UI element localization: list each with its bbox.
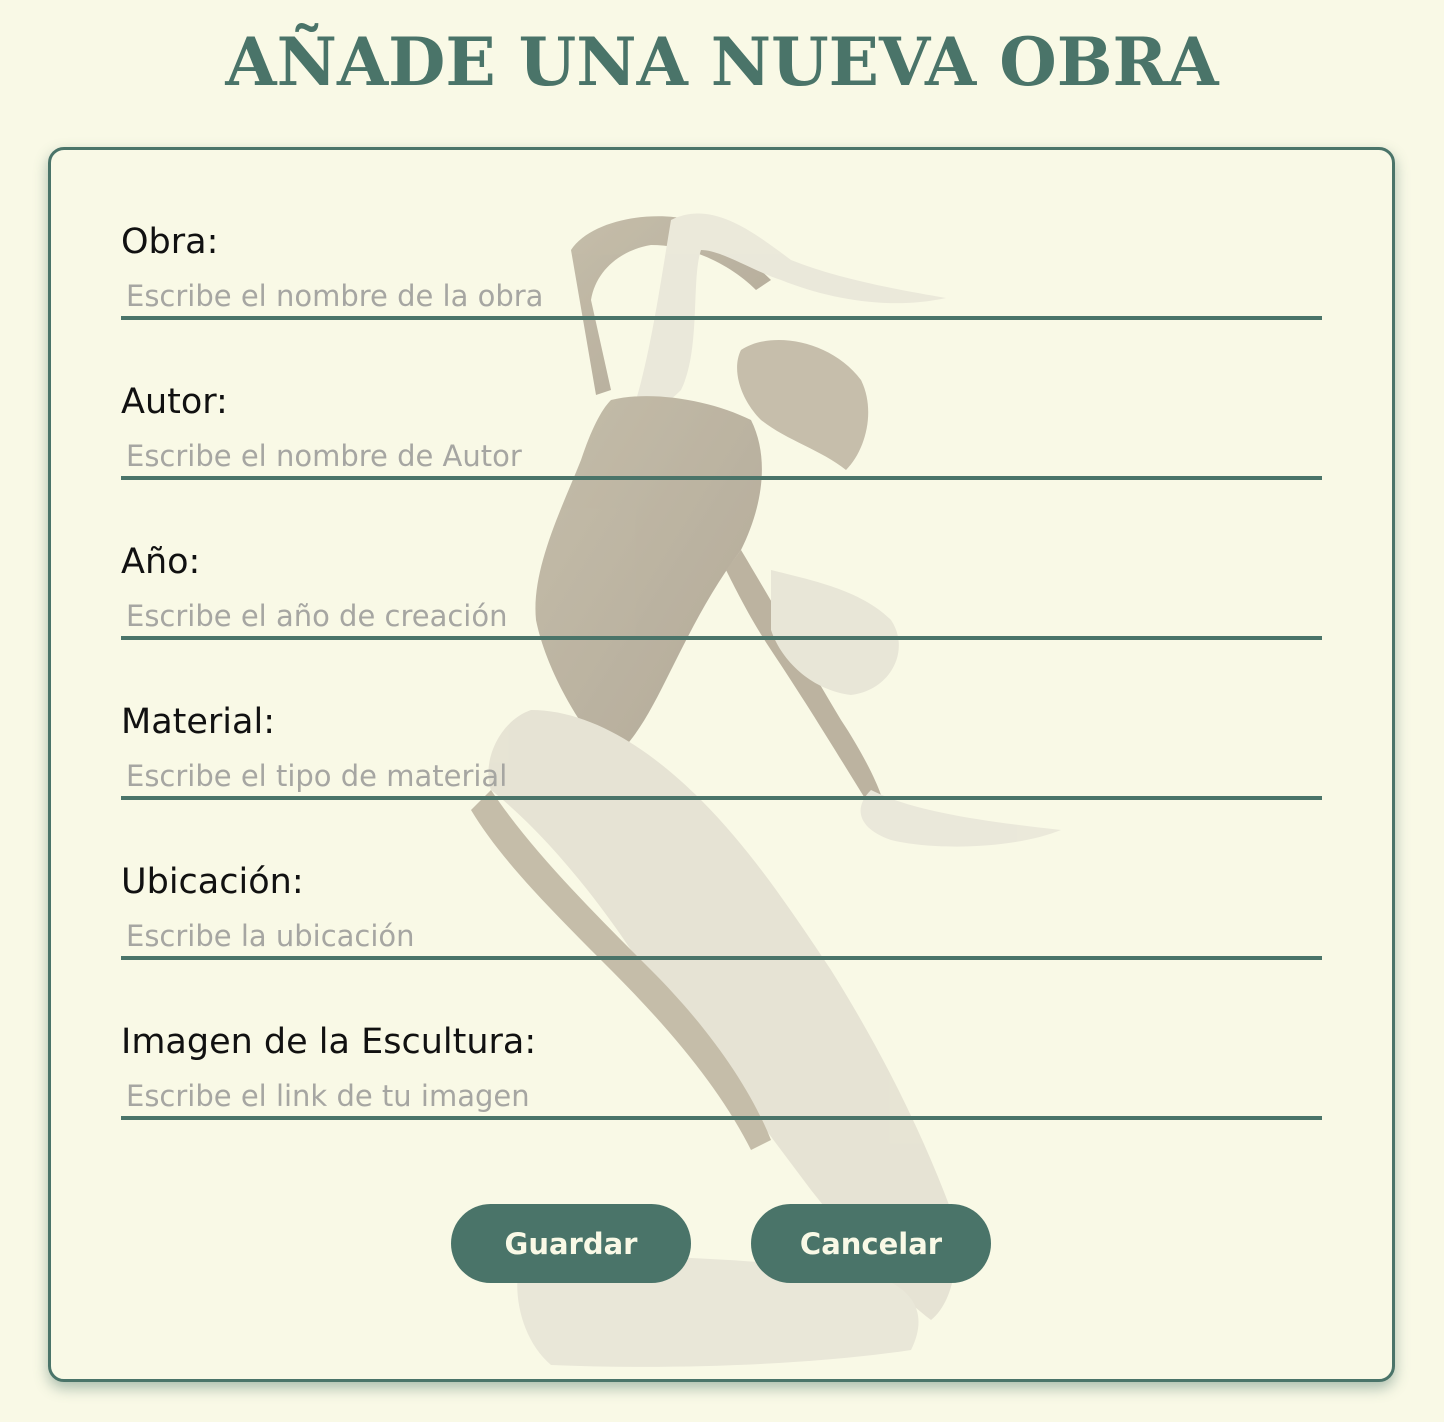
field-imagen: Imagen de la Escultura: xyxy=(121,1022,1322,1120)
save-button[interactable]: Guardar xyxy=(451,1204,691,1283)
field-obra: Obra: xyxy=(121,222,1322,320)
field-material: Material: xyxy=(121,702,1322,800)
new-artwork-form: Obra: Autor: Año: Material: Ubicación: I… xyxy=(48,147,1395,1382)
field-ano: Año: xyxy=(121,542,1322,640)
obra-label: Obra: xyxy=(121,222,219,262)
autor-input[interactable] xyxy=(121,422,1322,480)
cancel-button[interactable]: Cancelar xyxy=(751,1204,991,1283)
material-input[interactable] xyxy=(121,742,1322,800)
material-label: Material: xyxy=(121,702,275,742)
ano-label: Año: xyxy=(121,542,201,582)
field-autor: Autor: xyxy=(121,382,1322,480)
imagen-input[interactable] xyxy=(121,1062,1322,1120)
form-actions: Guardar Cancelar xyxy=(51,1204,1392,1284)
field-ubicacion: Ubicación: xyxy=(121,862,1322,960)
page-title: AÑADE UNA NUEVA OBRA xyxy=(225,23,1219,101)
autor-label: Autor: xyxy=(121,382,228,422)
imagen-label: Imagen de la Escultura: xyxy=(121,1022,537,1062)
ano-input[interactable] xyxy=(121,582,1322,640)
ubicacion-input[interactable] xyxy=(121,902,1322,960)
ubicacion-label: Ubicación: xyxy=(121,862,304,902)
obra-input[interactable] xyxy=(121,262,1322,320)
